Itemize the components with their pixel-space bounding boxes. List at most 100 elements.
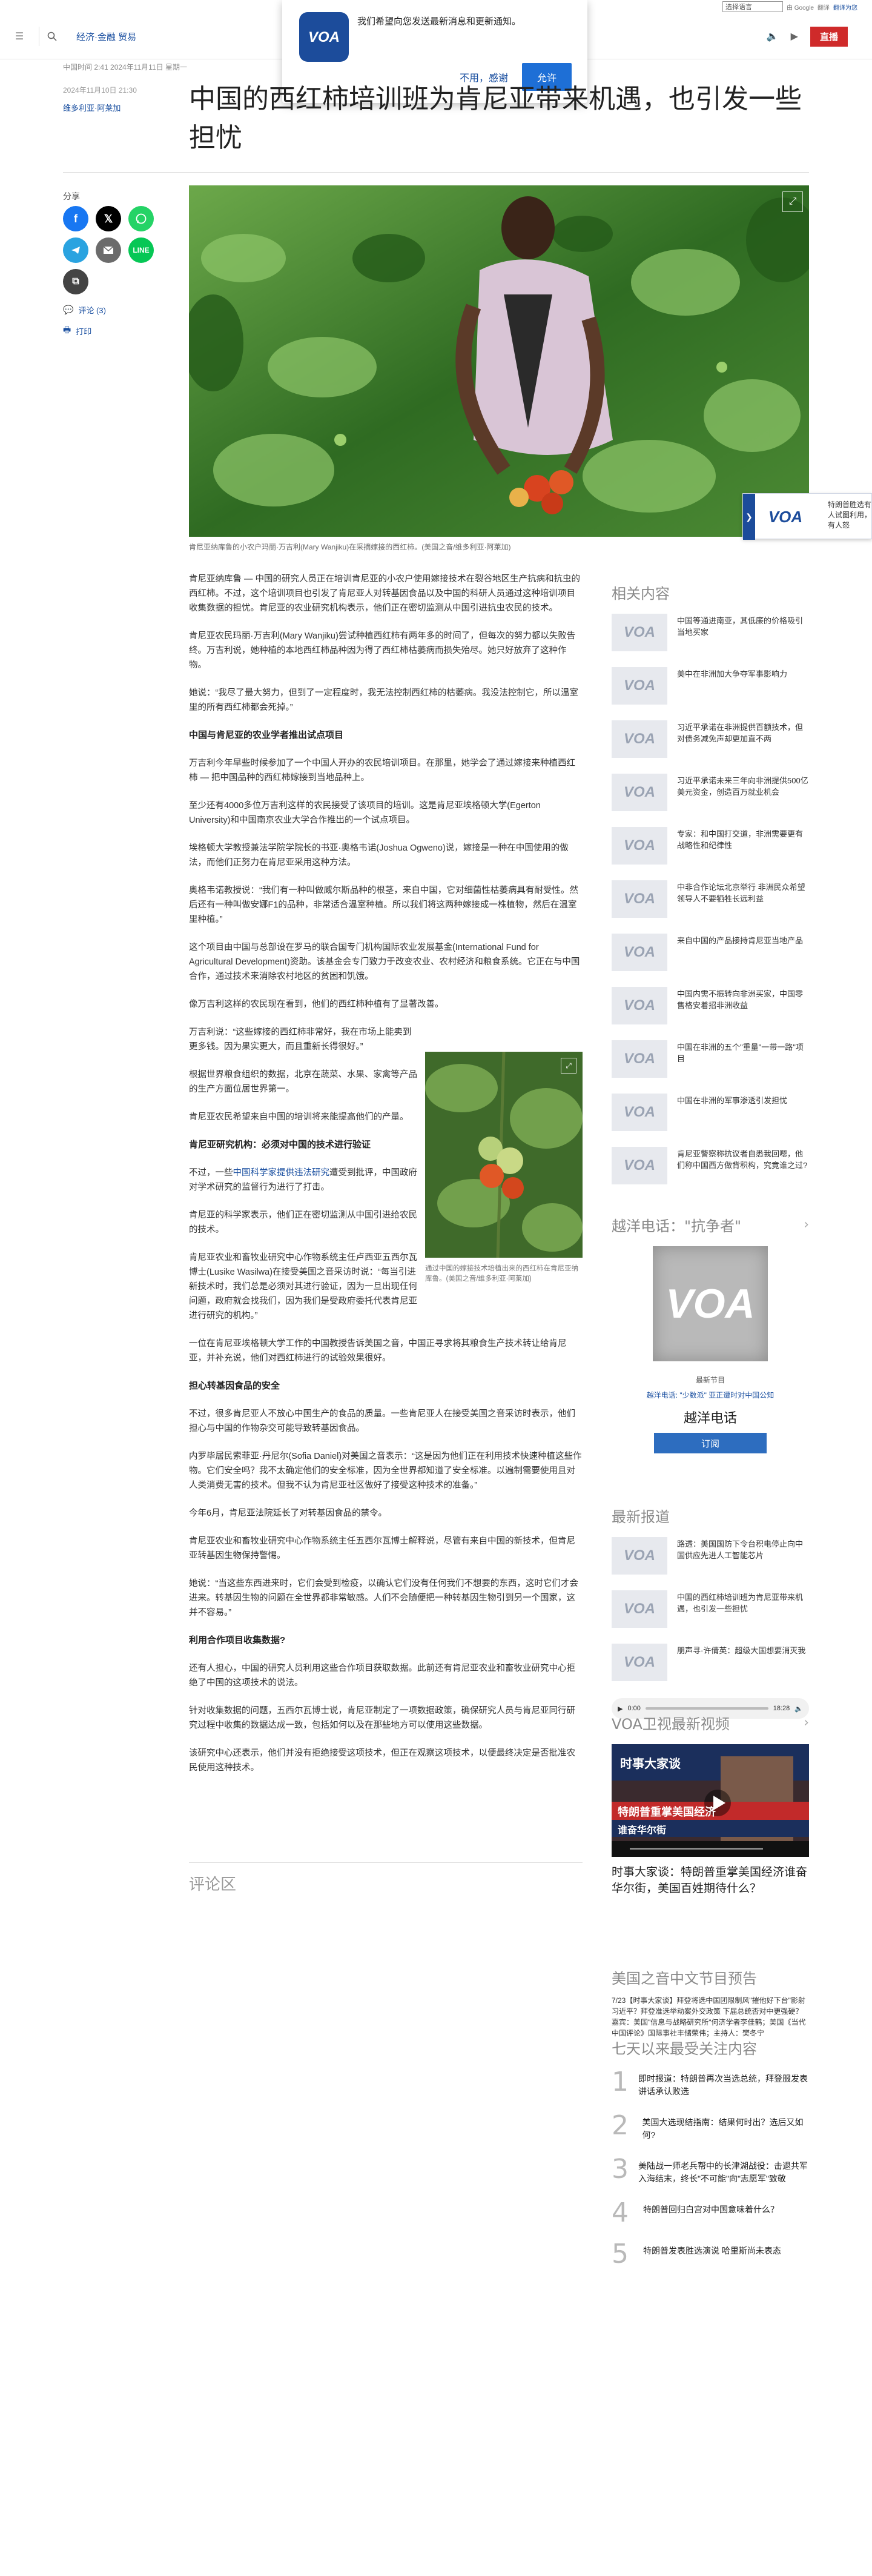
article-thumbnail[interactable]: VOA	[612, 880, 667, 918]
chevron-right-icon[interactable]: ›	[804, 1217, 809, 1232]
article-thumbnail[interactable]: VOA	[612, 1040, 667, 1078]
podcast-heading[interactable]: 越洋电话："抗争者" ›	[612, 1214, 809, 1235]
article-thumbnail[interactable]: VOA	[612, 667, 667, 705]
volume-icon[interactable]: 🔈	[794, 1705, 803, 1713]
audio-icon[interactable]: 🔈	[767, 30, 779, 42]
rank-number: 5	[612, 2239, 629, 2269]
article-thumbnail[interactable]: VOA	[612, 1644, 667, 1681]
live-button[interactable]: 直播	[810, 26, 848, 47]
article-thumbnail[interactable]: VOA	[612, 1147, 667, 1184]
expand-image-icon[interactable]: ⤢	[561, 1058, 576, 1074]
list-item[interactable]: VOA 肯尼亚警察称抗议者自悉我回嗯，他们称中国西方做背积构，究竟谁之过?	[612, 1147, 809, 1200]
facebook-icon[interactable]: f	[63, 206, 88, 231]
inline-link[interactable]: 中国科学家提供违法研究	[233, 1168, 330, 1178]
subscribe-button[interactable]: 订阅	[654, 1433, 767, 1453]
article-thumbnail[interactable]: VOA	[612, 987, 667, 1024]
article-thumbnail[interactable]: VOA	[612, 827, 667, 865]
most-viewed-item[interactable]: 4 特朗普回归白宫对中国意味着什么？	[612, 2200, 809, 2226]
list-item-title[interactable]: 中国在非洲的军事渗透引发担忧	[677, 1094, 787, 1106]
audio-current-time: 0:00	[627, 1705, 641, 1712]
most-viewed-item[interactable]: 1 即时报道：特朗普再次当选总统，拜登服发表讲话承认败选	[612, 2069, 809, 2098]
line-icon[interactable]: LINE	[128, 237, 154, 263]
section-link[interactable]: 经济·金融 贸易	[76, 30, 136, 43]
most-viewed-title[interactable]: 即时报道：特朗普再次当选总统，拜登服发表讲话承认败选	[638, 2069, 809, 2098]
most-viewed-title[interactable]: 美国大选现结指南：结果何时出？选后又如何?	[642, 2113, 809, 2142]
tomato-photo[interactable]: ⤢	[425, 1052, 583, 1258]
list-item-title[interactable]: 中非合作论坛北京举行 非洲民众希望领导人不要牺牲长远利益	[677, 880, 809, 905]
schedule-text[interactable]: 7/23【时事大家谈】拜登将选中国团限制风"摧他好下台"影射习近平？拜登准选举动…	[612, 1995, 809, 2039]
section-heading: 担心转基因食品的安全	[189, 1381, 280, 1391]
author-link[interactable]: 维多利亚·阿莱加	[63, 102, 121, 113]
list-item[interactable]: VOA 中国在非洲的五个"重量"一带一路"项目	[612, 1040, 809, 1094]
list-item[interactable]: VOA 习近平承诺未来三年向非洲提供500亿美元资金，创造百万就业机会	[612, 774, 809, 827]
article-thumbnail[interactable]: VOA	[612, 934, 667, 971]
list-item[interactable]: VOA 路透：美国国防下令台积电停止向中国供应先进人工智能芯片	[612, 1537, 809, 1590]
list-item-title[interactable]: 中国的西红柿培训班为肯尼亚带来机遇，也引发一些担忧	[677, 1590, 809, 1615]
comments-link[interactable]: 💬 评论 (3)	[63, 304, 106, 316]
list-item[interactable]: VOA 来自中国的产品接持肯尼亚当地产品	[612, 934, 809, 987]
list-item[interactable]: VOA 美中在非洲加大争夺军事影响力	[612, 667, 809, 720]
schedule-heading: 美国之音中文节目预告	[612, 1967, 809, 1988]
list-item-title[interactable]: 专家：和中国打交道，非洲需要更有战略性和纪律性	[677, 827, 809, 851]
floating-player[interactable]: ❯ VOA 特朗普胜选有人试图利用，有人怒	[742, 493, 872, 540]
list-item[interactable]: VOA 中国等通进南亚，其低廉的价格吸引当地买家	[612, 614, 809, 667]
audio-progress-bar[interactable]	[645, 1707, 768, 1710]
whatsapp-icon[interactable]	[128, 206, 154, 231]
title-divider	[63, 172, 809, 173]
video-heading[interactable]: VOA卫视最新视频 ›	[612, 1712, 809, 1733]
list-item-title[interactable]: 中国内需不振转向非洲买家，中国零售格安着招非洲收益	[677, 987, 809, 1011]
article-thumbnail[interactable]: VOA	[612, 1590, 667, 1628]
telegram-icon[interactable]	[63, 237, 88, 263]
list-item-title[interactable]: 习近平承诺未来三年向非洲提供500亿美元资金，创造百万就业机会	[677, 774, 809, 798]
most-viewed-title[interactable]: 特朗普回归白宫对中国意味着什么？	[643, 2200, 779, 2216]
podcast-cover[interactable]: VOA	[653, 1246, 768, 1361]
article-thumbnail[interactable]: VOA	[612, 1537, 667, 1575]
expand-arrow-icon[interactable]: ❯	[743, 494, 755, 540]
list-item-title[interactable]: 中国等通进南亚，其低廉的价格吸引当地买家	[677, 614, 809, 638]
most-viewed-item[interactable]: 2 美国大选现结指南：结果何时出？选后又如何?	[612, 2113, 809, 2142]
list-item-title[interactable]: 朋声寻·许倩英：超级大国想要消灭我	[677, 1644, 805, 1656]
article-thumbnail[interactable]: VOA	[612, 774, 667, 811]
email-icon[interactable]	[96, 237, 121, 263]
most-viewed-title[interactable]: 美陆战一师老兵帮中的长津湖战役：击退共军入海结末，终长"不可能"向"志愿军"致敬	[638, 2156, 809, 2185]
x-icon[interactable]: 𝕏	[96, 206, 121, 231]
list-item-title[interactable]: 习近平承诺在非洲提供百额技术，但对债务减免声却更加直不两	[677, 720, 809, 745]
video-icon[interactable]: ▶	[791, 30, 798, 42]
article-thumbnail[interactable]: VOA	[612, 720, 667, 758]
language-select[interactable]: 选择语言	[722, 1, 783, 12]
article-thumbnail[interactable]: VOA	[612, 1094, 667, 1131]
video-title[interactable]: 时事大家谈：特朗普重掌美国经济谁奋华尔街，美国百姓期待什么？	[612, 1864, 809, 1897]
list-item[interactable]: VOA 习近平承诺在非洲提供百额技术，但对债务减免声却更加直不两	[612, 720, 809, 774]
paragraph: 今年6月，肯尼亚法院延长了对转基因食品的禁令。	[189, 1509, 388, 1518]
article-thumbnail[interactable]: VOA	[612, 614, 667, 651]
paragraph: 不过，一些中国科学家提供违法研究遭受到批评，中国政府对学术研究的监督行为进行了打…	[189, 1166, 419, 1195]
list-item[interactable]: VOA 中国的西红柿培训班为肯尼亚带来机遇，也引发一些担忧	[612, 1590, 809, 1644]
list-item-title[interactable]: 中国在非洲的五个"重量"一带一路"项目	[677, 1040, 809, 1064]
copy-link-icon[interactable]: ⧉	[63, 269, 88, 294]
expand-image-icon[interactable]: ⤢	[782, 191, 803, 212]
translate-powered-link[interactable]: 翻译为您	[833, 2, 857, 12]
print-link[interactable]: 🖶 打印	[63, 324, 91, 338]
voa-logo: VOA	[299, 12, 349, 62]
paragraph-text: 不过，一些	[189, 1168, 233, 1178]
list-item[interactable]: VOA 中国内需不振转向非洲买家，中国零售格安着招非洲收益	[612, 987, 809, 1040]
chevron-right-icon[interactable]: ›	[804, 1715, 809, 1730]
voa-logo: VOA	[768, 507, 803, 526]
podcast-episode-link[interactable]: 越洋电话: "少数派" 亚正遭时对中国公知	[612, 1390, 809, 1400]
list-item[interactable]: VOA 专家：和中国打交道，非洲需要更有战略性和纪律性	[612, 827, 809, 880]
most-viewed-item[interactable]: 5 特朗普发表胜选演说 哈里斯尚未表态	[612, 2241, 809, 2268]
list-item-title[interactable]: 美中在非洲加大争夺军事影响力	[677, 667, 787, 680]
most-viewed-item[interactable]: 3 美陆战一师老兵帮中的长津湖战役：击退共军入海结末，终长"不可能"向"志愿军"致…	[612, 2156, 809, 2185]
list-item[interactable]: VOA 中国在非洲的军事渗透引发担忧	[612, 1094, 809, 1147]
video-player[interactable]: 时事大家谈 特朗普重掌美国经济 谁奋华尔街	[612, 1744, 809, 1857]
menu-icon[interactable]: ☰	[12, 29, 27, 44]
search-icon[interactable]	[45, 29, 59, 44]
hero-image[interactable]: ⤢	[189, 185, 809, 537]
most-viewed-title[interactable]: 特朗普发表胜选演说 哈里斯尚未表态	[643, 2241, 781, 2257]
list-item-title[interactable]: 路透：美国国防下令台积电停止向中国供应先进人工智能芯片	[677, 1537, 809, 1561]
list-item[interactable]: VOA 朋声寻·许倩英：超级大国想要消灭我	[612, 1644, 809, 1697]
list-item-title[interactable]: 来自中国的产品接持肯尼亚当地产品	[677, 934, 803, 946]
play-icon[interactable]: ▶	[618, 1705, 623, 1713]
list-item-title[interactable]: 肯尼亚警察称抗议者自悉我回嗯，他们称中国西方做背积构，究竟谁之过?	[677, 1147, 809, 1171]
list-item[interactable]: VOA 中非合作论坛北京举行 非洲民众希望领导人不要牺牲长远利益	[612, 880, 809, 934]
